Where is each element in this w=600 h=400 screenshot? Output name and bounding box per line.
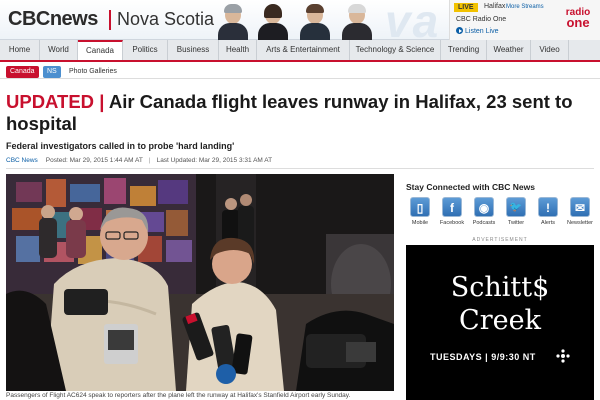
advertisement-label: ADVERTISEMENT <box>472 237 528 243</box>
host-portrait <box>256 4 290 40</box>
nav-world[interactable]: World <box>40 40 78 60</box>
updated-time: Last Updated: Mar 29, 2015 3:31 AM AT <box>156 157 273 164</box>
social-twitter[interactable]: 🐦 Twitter <box>502 197 530 226</box>
source-link[interactable]: CBC News <box>6 157 38 164</box>
listen-live-label: Listen Live <box>465 28 499 35</box>
social-facebook[interactable]: f Facebook <box>438 197 466 226</box>
radio-station: CBC Radio One <box>456 16 507 23</box>
main-nav: Home World Canada Politics Business Heal… <box>0 40 600 62</box>
nav-home[interactable]: Home <box>0 40 40 60</box>
podcast-icon: ◉ <box>474 197 494 217</box>
social-mobile[interactable]: ▯ Mobile <box>406 197 434 226</box>
social-newsletter[interactable]: ✉ Newsletter <box>566 197 594 226</box>
news-hosts-photo <box>214 2 384 40</box>
posted-time: Posted: Mar 29, 2015 1:44 AM AT <box>45 157 143 164</box>
byline-separator: | <box>148 157 151 164</box>
breadcrumb: Canada NS Photo Galleries <box>0 64 600 79</box>
social-links: ▯ Mobile f Facebook ◉ Podcasts 🐦 Twitter… <box>406 197 594 226</box>
nav-weather[interactable]: Weather <box>487 40 531 60</box>
live-badge: LIVE <box>454 3 478 12</box>
twitter-icon: 🐦 <box>506 197 526 217</box>
region-title: Nova Scotia <box>117 9 215 29</box>
nav-canada[interactable]: Canada <box>78 40 123 60</box>
host-portrait <box>340 4 374 40</box>
header-divider <box>109 10 111 30</box>
article-subhead: Federal investigators called in to probe… <box>6 141 235 151</box>
cbc-gem-icon <box>556 349 570 363</box>
nav-trending[interactable]: Trending <box>441 40 487 60</box>
alert-icon: ! <box>538 197 558 217</box>
nav-politics[interactable]: Politics <box>123 40 168 60</box>
social-label: Facebook <box>439 220 465 226</box>
social-label: Mobile <box>411 220 429 226</box>
live-city: Halifax <box>484 3 506 10</box>
article-headline: UPDATED | Air Canada flight leaves runwa… <box>6 91 591 135</box>
nav-arts-entertainment[interactable]: Arts & Entertainment <box>257 40 350 60</box>
breadcrumb-ns[interactable]: NS <box>43 66 61 78</box>
ad-title-line2: Creek <box>459 305 541 336</box>
social-alerts[interactable]: ! Alerts <box>534 197 562 226</box>
radio-one-logo-line2: one <box>566 15 590 30</box>
subnav-divider <box>0 78 600 79</box>
ad-title-line1: Schitt$ <box>450 272 550 303</box>
nav-technology-science[interactable]: Technology & Science <box>350 40 441 60</box>
social-label: Podcasts <box>472 220 496 226</box>
nav-health[interactable]: Health <box>219 40 257 60</box>
social-label: Newsletter <box>567 220 593 226</box>
breadcrumb-canada[interactable]: Canada <box>6 66 39 78</box>
facebook-icon: f <box>442 197 462 217</box>
stay-connected-heading: Stay Connected with CBC News <box>406 182 535 192</box>
byline: CBC News Posted: Mar 29, 2015 1:44 AM AT |… <box>6 157 272 164</box>
host-portrait <box>216 4 250 40</box>
more-streams-link[interactable]: More Streams <box>506 4 544 10</box>
live-radio-box: LIVE Halifax More Streams CBC Radio One … <box>449 0 600 40</box>
newsletter-icon: ✉ <box>570 197 590 217</box>
updated-label: UPDATED <box>6 91 95 112</box>
advertisement-banner[interactable]: Schitt$ Creek TUESDAYS | 9/9:30 NT <box>406 245 594 400</box>
social-podcasts[interactable]: ◉ Podcasts <box>470 197 498 226</box>
site-header: va CBCnews Nova Scotia LIVE Halifax More… <box>0 0 600 47</box>
social-label: Twitter <box>507 220 525 226</box>
mobile-icon: ▯ <box>410 197 430 217</box>
play-icon <box>456 27 463 34</box>
headline-separator: | <box>99 91 105 112</box>
article-photo[interactable] <box>6 174 394 391</box>
photo-galleries-link[interactable]: Photo Galleries <box>69 66 117 78</box>
radio-one-logo[interactable]: radio one <box>560 8 596 29</box>
ad-schedule: TUESDAYS | 9/9:30 NT <box>430 352 536 362</box>
host-portrait <box>298 4 332 40</box>
cbc-news-logo[interactable]: CBCnews <box>8 8 98 31</box>
nav-video[interactable]: Video <box>531 40 569 60</box>
byline-rule <box>6 168 594 169</box>
listen-live-link[interactable]: Listen Live <box>456 27 498 35</box>
photo-caption: Passengers of Flight AC624 speak to repo… <box>6 392 351 399</box>
social-label: Alerts <box>540 220 556 226</box>
nav-business[interactable]: Business <box>168 40 219 60</box>
